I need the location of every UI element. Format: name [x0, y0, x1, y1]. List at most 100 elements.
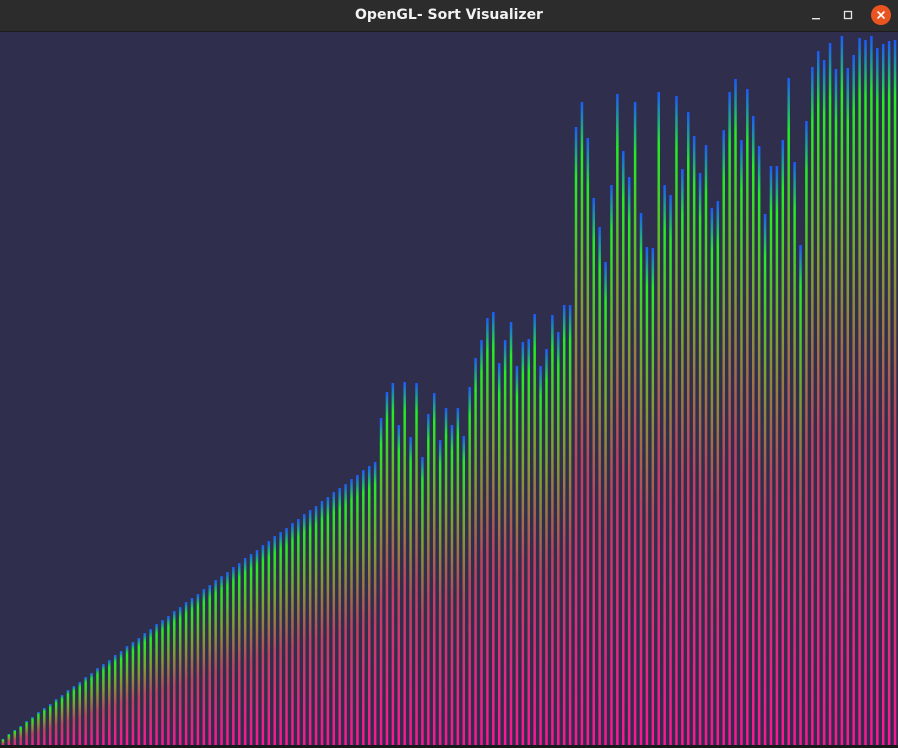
close-icon [877, 11, 885, 19]
bar [817, 51, 820, 748]
bar [60, 695, 64, 748]
bar [497, 363, 501, 748]
bar [19, 726, 22, 748]
bar [474, 358, 477, 748]
bar [350, 479, 353, 748]
bar [297, 519, 300, 748]
bar [202, 589, 206, 748]
bars-group [1, 36, 897, 748]
close-button[interactable] [871, 5, 891, 25]
bar [704, 145, 708, 748]
bar [486, 318, 489, 748]
bar [149, 629, 152, 748]
bar [557, 332, 560, 748]
bar [267, 541, 271, 748]
maximize-icon [843, 10, 853, 20]
bar [427, 414, 430, 748]
bar [214, 580, 217, 748]
bar [415, 383, 418, 748]
bar [143, 633, 146, 748]
bar [432, 393, 436, 748]
bar [846, 68, 850, 748]
bar [787, 78, 790, 748]
window-title: OpenGL- Sort Visualizer [355, 7, 543, 23]
bar [503, 340, 507, 748]
bar [881, 44, 885, 748]
bar [492, 312, 495, 748]
bar [326, 497, 330, 748]
bar [344, 484, 347, 748]
bar [752, 116, 755, 748]
bar [887, 41, 891, 748]
bar [858, 38, 861, 748]
bar [675, 96, 678, 748]
maximize-button[interactable] [838, 5, 858, 25]
bar [616, 94, 619, 748]
bar [279, 532, 282, 748]
bar [574, 127, 578, 748]
bar [775, 166, 779, 748]
bar [385, 392, 389, 748]
bar [54, 699, 58, 748]
bar [450, 425, 454, 748]
bar [811, 67, 814, 748]
bar [338, 488, 341, 748]
bar [568, 305, 572, 748]
bar [391, 383, 395, 748]
bar [586, 138, 590, 748]
bar [870, 36, 873, 748]
bar [243, 558, 247, 748]
bar [633, 102, 637, 748]
bar [31, 717, 34, 748]
bar [840, 36, 844, 748]
bar [722, 130, 725, 748]
bar [173, 611, 176, 748]
bar [639, 213, 643, 748]
bar [90, 673, 93, 748]
bar [893, 40, 897, 748]
bar [196, 594, 200, 748]
bar [645, 247, 649, 748]
bar [622, 151, 625, 748]
bar [462, 436, 466, 748]
bar [48, 704, 52, 748]
bar [651, 248, 655, 748]
bar [864, 40, 867, 748]
minimize-button[interactable] [806, 5, 826, 25]
bar [43, 708, 46, 748]
bar [480, 340, 483, 748]
bar [356, 475, 359, 748]
bar [25, 721, 28, 748]
bar [757, 146, 761, 748]
bar [663, 185, 666, 748]
bar [580, 102, 584, 748]
bar [184, 602, 188, 748]
bar [96, 668, 99, 748]
bar [781, 140, 785, 748]
bar [232, 567, 235, 748]
bar [368, 466, 371, 748]
bar [208, 585, 211, 748]
bar [515, 366, 519, 748]
bar [692, 136, 696, 748]
bar [562, 305, 566, 748]
bar [155, 624, 158, 748]
bar [308, 510, 312, 748]
bar [125, 646, 129, 748]
bar [303, 514, 306, 748]
bar [627, 177, 631, 748]
bar [805, 121, 808, 748]
bar [551, 315, 554, 748]
bar [799, 245, 802, 748]
bar [822, 60, 826, 748]
title-bar[interactable]: OpenGL- Sort Visualizer [0, 0, 898, 32]
bar [456, 408, 460, 748]
visualizer-canvas [0, 32, 898, 748]
bar-chart [0, 36, 898, 748]
bar [113, 655, 117, 748]
bar [238, 563, 241, 748]
bar [190, 598, 194, 748]
bar [226, 572, 229, 748]
bar [421, 457, 424, 748]
bar [102, 664, 105, 748]
